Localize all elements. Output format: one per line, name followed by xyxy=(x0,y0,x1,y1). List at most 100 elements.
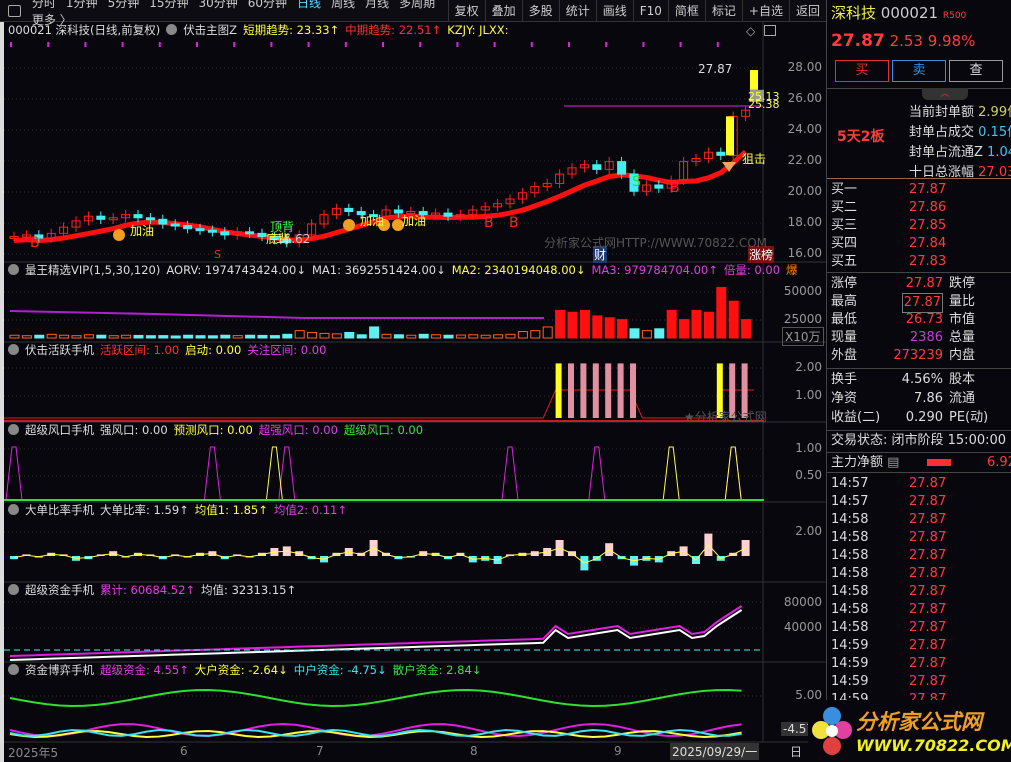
stat-label: 最低 xyxy=(831,312,858,327)
candle xyxy=(220,231,230,236)
volume-bar xyxy=(158,335,169,339)
top-marker xyxy=(10,42,12,47)
bid-price: 27.84 xyxy=(909,236,947,251)
quote-panel: 深科技 000021 R500 27.87 2.53 9.98% 买 卖 查 ︿… xyxy=(826,0,1011,762)
period-tab[interactable]: 30分钟 xyxy=(193,0,242,10)
dropdown-icon[interactable] xyxy=(8,424,19,435)
stat-label: 市值 xyxy=(949,312,976,327)
dropdown-icon[interactable] xyxy=(8,584,19,595)
activity-title[interactable]: 伏击活跃手机 xyxy=(25,343,94,357)
query-button[interactable]: 查 xyxy=(949,60,1003,82)
chart-area[interactable]: 000021 深科技(日线,前复权) 伏击主图Z 短期趋势: 23.33↑ 中期趋势:… xyxy=(0,22,826,762)
avg2: 均值2: 0.11↑ xyxy=(273,503,347,517)
period-tab[interactable]: 1分钟 xyxy=(61,0,103,10)
volume-title[interactable]: 量王精选VIP(1,5,30,120) xyxy=(25,263,160,277)
candle xyxy=(183,225,193,230)
volume-bar xyxy=(307,331,318,339)
dropdown-icon[interactable] xyxy=(8,344,19,355)
panel-layout-icon[interactable] xyxy=(764,25,776,36)
jiayou-label: 加油 xyxy=(360,214,385,228)
bid-price: 27.87 xyxy=(909,182,947,197)
diamond-icon[interactable]: ◇ xyxy=(746,24,755,38)
snipe-label: 狙击 xyxy=(742,152,767,166)
toolbar-button[interactable]: 叠加 xyxy=(484,0,522,22)
y-tick: 25000 xyxy=(783,312,822,326)
fundamental-label: 净资 xyxy=(831,391,858,406)
price-change: 2.53 xyxy=(889,32,923,50)
indicator-name[interactable]: 伏击主图Z xyxy=(183,23,237,37)
period-tab[interactable]: 月线 xyxy=(360,0,394,10)
period-tab[interactable]: 60分钟 xyxy=(243,0,292,10)
volume-bar xyxy=(716,286,727,339)
kzjy: KZJY: JLXX: xyxy=(447,23,509,37)
period-tab[interactable]: 15分钟 xyxy=(144,0,193,10)
active-range: 活跃区间: 1.00 xyxy=(100,343,180,357)
volume-bar xyxy=(319,332,330,339)
toolbar-button[interactable]: 多股 xyxy=(521,0,559,22)
bigorder-title[interactable]: 大单比率手机 xyxy=(25,503,94,517)
activity-header: 伏击活跃手机 活跃区间: 1.00 启动: 0.00 关注区间: 0.00 xyxy=(8,342,332,358)
volume-bar xyxy=(331,333,342,339)
panel-toggle-icon[interactable] xyxy=(8,4,21,17)
bid-row[interactable]: 买二 27.86 xyxy=(831,199,1011,217)
dropdown-icon[interactable] xyxy=(8,504,19,515)
logo-name: 分析家公式网 xyxy=(856,710,982,734)
dropdown-icon[interactable] xyxy=(8,264,19,275)
volume-bar xyxy=(108,335,119,339)
volume-bar xyxy=(269,335,280,339)
superfund-title[interactable]: 超级资金手机 xyxy=(25,583,94,597)
beiliang: 倍量: 0.00 xyxy=(723,263,781,277)
candle xyxy=(443,212,453,217)
tick-price: 27.87 xyxy=(909,584,947,599)
mid-fund: 中户资金: -4.75↓ xyxy=(293,663,387,677)
chart-canvas[interactable] xyxy=(4,22,826,762)
list-icon[interactable]: ▤ xyxy=(887,455,899,470)
volume-bar xyxy=(145,335,156,339)
bid-row[interactable]: 买三 27.85 xyxy=(831,217,1011,235)
period-tab[interactable]: 分时 xyxy=(27,0,61,10)
toolbar-button[interactable]: 画线 xyxy=(595,0,633,22)
seal-label: 当前封单额 xyxy=(909,105,975,120)
collapse-chevron-icon[interactable]: ︿ xyxy=(922,88,968,100)
toolbar-button[interactable]: F10 xyxy=(632,0,668,22)
limit-up-bar xyxy=(750,70,758,90)
toolbar-button[interactable]: 简框 xyxy=(667,0,705,22)
candle xyxy=(617,161,627,175)
period-tab[interactable]: 多周期 xyxy=(394,0,440,10)
top-marker xyxy=(121,42,124,47)
stock-code: 000021 xyxy=(880,4,939,22)
toolbar-button[interactable]: +自选 xyxy=(741,0,789,22)
period-label[interactable]: 日 xyxy=(790,743,802,760)
wind-title[interactable]: 超级风口手机 xyxy=(25,423,94,437)
toolbar-button[interactable]: 统计 xyxy=(558,0,596,22)
fundamental-value: 7.86 xyxy=(914,391,943,406)
volume-unit: X10万 xyxy=(782,327,824,346)
bid-row[interactable]: 买一 27.87 xyxy=(831,181,1011,199)
stat-value: 26.73 xyxy=(905,312,943,327)
sell-button[interactable]: 卖 xyxy=(892,60,946,82)
period-tab[interactable]: 周线 xyxy=(326,0,360,10)
volume-bar xyxy=(604,317,615,339)
y-tick: 1.00 xyxy=(795,441,822,455)
retail-fund-line xyxy=(9,689,742,707)
bid-row[interactable]: 买四 27.84 xyxy=(831,235,1011,253)
volume-bar xyxy=(133,334,144,339)
bid-label: 买二 xyxy=(831,200,858,215)
bid-row[interactable]: 买五 27.83 xyxy=(831,253,1011,271)
buy-button[interactable]: 买 xyxy=(835,60,889,82)
wind-header: 超级风口手机 强风口: 0.00 预测风口: 0.00 超强风口: 0.00 超级风口:… xyxy=(8,422,429,438)
wind-peak xyxy=(588,446,606,501)
dropdown-icon[interactable] xyxy=(166,24,178,35)
toolbar-button[interactable]: 复权 xyxy=(447,0,485,22)
bigorder-ratio: 大单比率: 1.59↑ xyxy=(100,503,189,517)
toolbar-button[interactable]: 返回 xyxy=(788,0,826,22)
fundgame-title[interactable]: 资金博弈手机 xyxy=(25,663,94,677)
dropdown-icon[interactable] xyxy=(8,664,19,675)
volume-bar xyxy=(617,319,628,339)
period-tab[interactable]: 日线 xyxy=(292,0,326,10)
bid-label: 买四 xyxy=(831,236,858,251)
price-line: 27.87 2.53 9.98% xyxy=(831,32,1011,50)
period-tab[interactable]: 5分钟 xyxy=(103,0,145,10)
toolbar-button[interactable]: 标记 xyxy=(704,0,742,22)
bottom-divergence-label: 底背 xyxy=(266,232,291,246)
